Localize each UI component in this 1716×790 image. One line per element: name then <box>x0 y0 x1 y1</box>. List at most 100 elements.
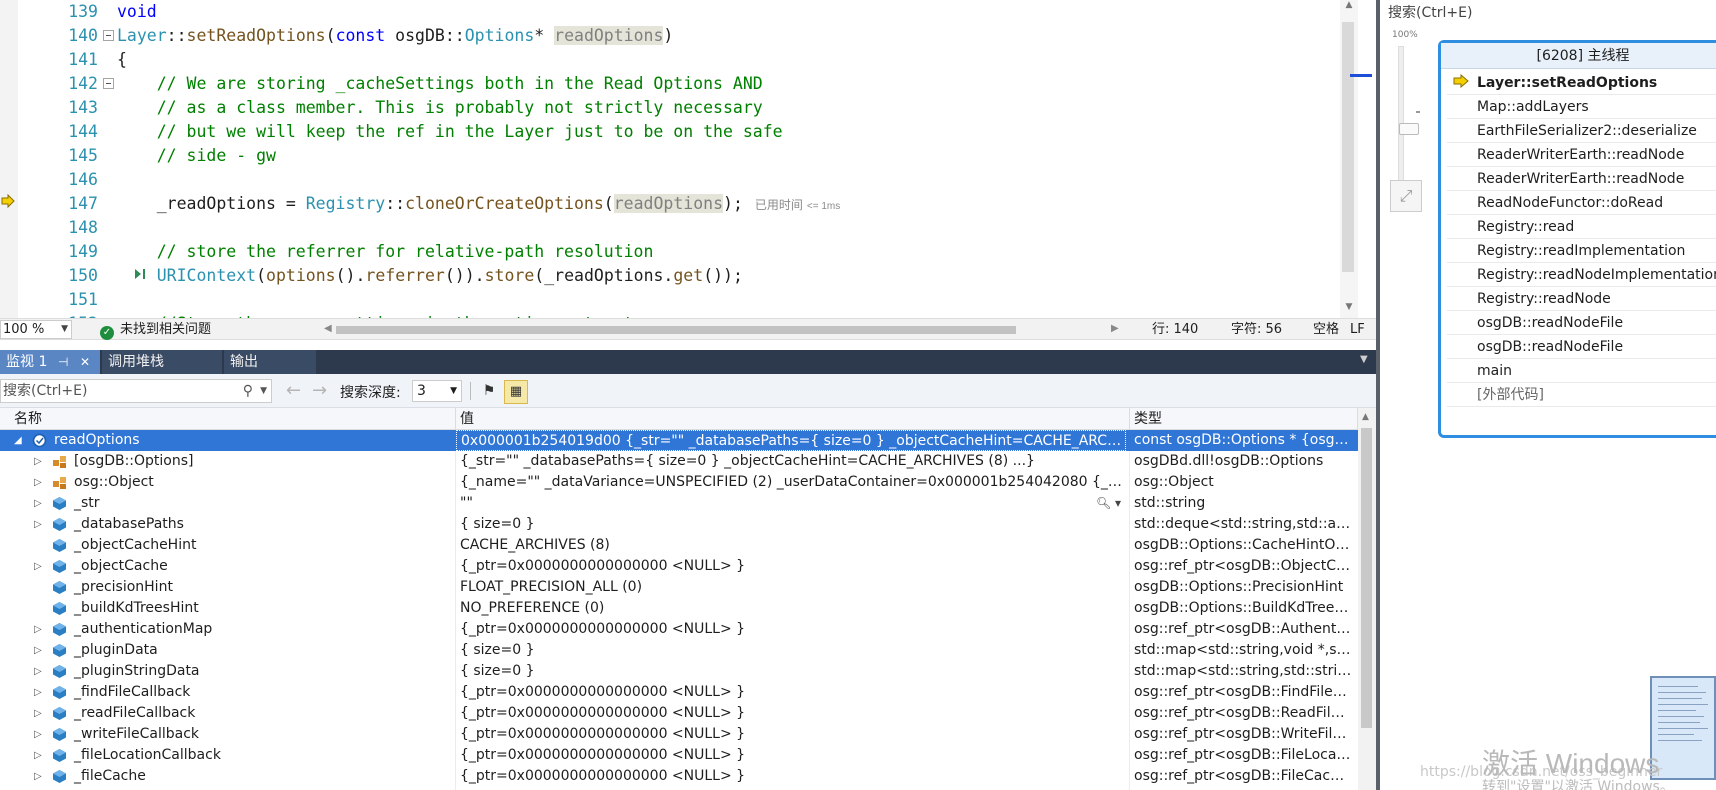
whitespace-indicator[interactable]: 空格 <box>1313 321 1339 339</box>
expand-triangle-icon[interactable]: ▷ <box>34 724 46 745</box>
watch-value[interactable]: {_ptr=0x0000000000000000 <NULL> } <box>456 745 1126 766</box>
code-line[interactable]: 148 <box>0 216 1340 240</box>
watch-vertical-scrollbar[interactable]: ▲ <box>1358 408 1376 790</box>
watch-row[interactable]: ▷ _objectCache {_ptr=0x0000000000000000 <N… <box>0 556 1358 577</box>
tab-overflow-chevron-icon[interactable]: ▼ <box>1360 354 1368 365</box>
issues-indicator[interactable]: ✓ 未找到相关问题 <box>100 321 211 340</box>
watch-value[interactable]: {_ptr=0x0000000000000000 <NULL> } <box>456 766 1126 787</box>
watch-name[interactable]: _readFileCallback <box>74 703 195 724</box>
collapse-triangle-icon[interactable]: ◢ <box>14 430 26 451</box>
tab-call-stack[interactable]: 调用堆栈 <box>102 350 222 374</box>
horizontal-scrollbar-thumb[interactable] <box>336 326 1016 334</box>
watch-value[interactable]: {_ptr=0x0000000000000000 <NULL> } <box>456 619 1126 640</box>
chevron-down-icon[interactable]: ▼ <box>260 380 267 402</box>
search-next-arrow-icon[interactable]: → <box>312 381 327 401</box>
watch-value[interactable]: FLOAT_PRECISION_ALL (0) <box>456 577 1126 598</box>
watch-name[interactable]: _precisionHint <box>74 577 173 598</box>
right-search-box[interactable]: 搜索(Ctrl+E) <box>1388 2 1472 22</box>
code-line[interactable]: 146 <box>0 168 1340 192</box>
scroll-right-icon[interactable]: ▶ <box>1111 323 1119 334</box>
run-to-click-icon[interactable] <box>133 267 147 281</box>
code-line[interactable]: 140 Layer::setReadOptions(const osgDB::Op… <box>0 24 1340 48</box>
zoom-level-dropdown[interactable]: 100 % ▼ <box>0 320 72 339</box>
watch-value[interactable]: { size=0 } <box>456 514 1126 535</box>
expand-triangle-icon[interactable]: ▷ <box>34 619 46 640</box>
code-line[interactable]: 151 <box>0 288 1340 312</box>
expand-triangle-icon[interactable]: ▷ <box>34 766 46 787</box>
watch-value[interactable]: {_ptr=0x0000000000000000 <NULL> } <box>456 724 1126 745</box>
watch-name[interactable]: osg::Object <box>74 472 154 493</box>
expand-triangle-icon[interactable]: ▷ <box>34 451 46 472</box>
call-stack-frame[interactable]: Layer::setReadOptions <box>1477 70 1657 96</box>
code-editor[interactable]: 139 void 140 Layer::setReadOptions(const os… <box>0 0 1358 318</box>
fit-to-view-icon[interactable]: ⤢ <box>1390 180 1422 212</box>
watch-value[interactable]: { size=0 } <box>456 640 1126 661</box>
expand-triangle-icon[interactable]: ▷ <box>34 472 46 493</box>
watch-search-input[interactable]: 搜索(Ctrl+E) ⚲ ▼ <box>0 379 272 403</box>
expand-triangle-icon[interactable]: ▷ <box>34 745 46 766</box>
expand-triangle-icon[interactable]: ▷ <box>34 703 46 724</box>
watch-row[interactable]: ▷ _pluginData { size=0 } std::map<std::stri… <box>0 640 1358 661</box>
watch-row[interactable]: ▷ osg::Object {_name="" _dataVariance=UNSP… <box>0 472 1358 493</box>
watch-row[interactable]: ▷ _pluginStringData { size=0 } std::map<std… <box>0 661 1358 682</box>
watch-row[interactable]: ▷ [osgDB::Options] {_str="" _databasePaths… <box>0 451 1358 472</box>
watch-value[interactable]: {_name="" _dataVariance=UNSPECIFIED (2) … <box>456 472 1126 493</box>
call-stack-frame[interactable]: Registry::readImplementation <box>1477 238 1685 264</box>
fold-collapse-icon[interactable] <box>103 30 114 41</box>
watch-name[interactable]: _pluginStringData <box>74 661 200 682</box>
pin-source-icon[interactable]: ⚑ <box>478 380 500 402</box>
call-stack-frame[interactable]: ReaderWriterEarth::readNode <box>1477 166 1684 192</box>
watch-name[interactable]: _authenticationMap <box>74 619 212 640</box>
watch-row[interactable]: ▷ _readFileCallback {_ptr=0x00000000000000… <box>0 703 1358 724</box>
watch-name[interactable]: _objectCacheHint <box>74 535 196 556</box>
call-stack-frame[interactable]: Registry::read <box>1477 214 1574 240</box>
watch-value[interactable]: NO_PREFERENCE (0) <box>456 598 1126 619</box>
code-line[interactable]: 139 void <box>0 0 1340 24</box>
pin-icon[interactable]: ⊣ <box>58 350 68 374</box>
expand-triangle-icon[interactable]: ▷ <box>34 493 46 514</box>
expand-triangle-icon[interactable]: ▷ <box>34 514 46 535</box>
watch-name[interactable]: _fileLocationCallback <box>74 745 221 766</box>
line-ending-indicator[interactable]: LF <box>1350 321 1365 339</box>
code-line[interactable]: 143 // as a class member. This is probab… <box>0 96 1340 120</box>
watch-name[interactable]: _writeFileCallback <box>74 724 199 745</box>
watch-row[interactable]: _buildKdTreesHint NO_PREFERENCE (0) osgDB:… <box>0 598 1358 619</box>
tab-output[interactable]: 输出 <box>224 350 316 374</box>
expand-triangle-icon[interactable]: ▷ <box>34 661 46 682</box>
editor-vertical-scrollbar[interactable]: ▲ ▼ <box>1340 0 1358 318</box>
line-indicator[interactable]: 行: 140 <box>1152 321 1198 339</box>
watch-name[interactable]: _fileCache <box>74 766 146 787</box>
scroll-up-icon[interactable]: ▲ <box>1362 412 1369 422</box>
code-line[interactable]: 145 // side - gw <box>0 144 1340 168</box>
watch-row[interactable]: _precisionHint FLOAT_PRECISION_ALL (0) osg… <box>0 577 1358 598</box>
watch-value[interactable]: {_ptr=0x0000000000000000 <NULL> } <box>456 556 1126 577</box>
code-line[interactable]: 141 { <box>0 48 1340 72</box>
call-stack-frame[interactable]: osgDB::readNodeFile <box>1477 334 1623 360</box>
watch-name[interactable]: _str <box>74 493 100 514</box>
expand-triangle-icon[interactable]: ▷ <box>34 640 46 661</box>
watch-name[interactable]: [osgDB::Options] <box>74 451 194 472</box>
scroll-up-icon[interactable]: ▲ <box>1343 0 1355 10</box>
watch-value[interactable]: 0x000001b254019d00 {_str="" _databasePat… <box>456 430 1126 451</box>
char-indicator[interactable]: 字符: 56 <box>1231 321 1282 339</box>
call-stack-map[interactable]: [6208] 主线程 Layer::setReadOptions Map::add… <box>1438 40 1716 438</box>
call-stack-frame[interactable]: ReadNodeFunctor::doRead <box>1477 190 1663 216</box>
code-line[interactable]: 150 URIContext(options().referrer()).sto… <box>0 264 1340 288</box>
search-depth-select[interactable]: 3 ▼ <box>412 380 462 402</box>
watch-row[interactable]: ▷ _fileLocationCallback {_ptr=0x0000000000… <box>0 745 1358 766</box>
expand-triangle-icon[interactable]: ▷ <box>34 682 46 703</box>
call-stack-frame[interactable]: osgDB::readNodeFile <box>1477 310 1623 336</box>
scrollbar-thumb[interactable] <box>1342 22 1354 272</box>
watch-row[interactable]: ▷ _authenticationMap {_ptr=0x0000000000000… <box>0 619 1358 640</box>
code-line[interactable]: 149 // store the referrer for relative-p… <box>0 240 1340 264</box>
zoom-slider-handle[interactable] <box>1399 123 1419 135</box>
call-stack-frame[interactable]: Registry::readNode <box>1477 286 1611 312</box>
watch-row[interactable]: ▷ _databasePaths { size=0 } std::deque<std:… <box>0 514 1358 535</box>
watch-row[interactable]: _objectCacheHint CACHE_ARCHIVES (8) osgDB:… <box>0 535 1358 556</box>
call-stack-frame[interactable]: [外部代码] <box>1477 382 1544 408</box>
scroll-down-icon[interactable]: ▼ <box>1343 302 1355 312</box>
watch-row[interactable]: ▷ _str "" 🔍︎ ▾ std::string <box>0 493 1358 514</box>
expand-triangle-icon[interactable]: ▷ <box>34 556 46 577</box>
code-line[interactable]: 147 _readOptions = Registry::cloneOrCrea… <box>0 192 1340 216</box>
watch-value[interactable]: { size=0 } <box>456 661 1126 682</box>
